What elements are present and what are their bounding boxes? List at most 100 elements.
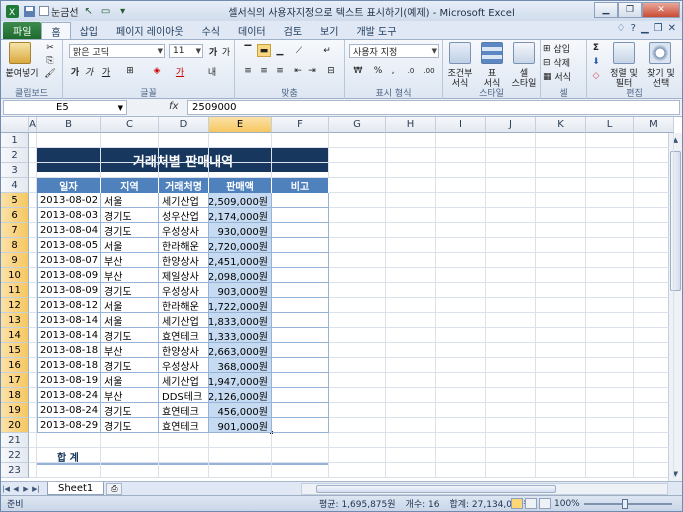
tab-insert[interactable]: 삽입	[71, 22, 107, 39]
align-middle-icon[interactable]: ▬	[257, 44, 271, 57]
last-sheet-icon[interactable]: ▶|	[31, 485, 41, 493]
merge-center-icon[interactable]: ⊟	[323, 64, 339, 77]
underline-icon[interactable]: 가	[97, 64, 115, 78]
next-sheet-icon[interactable]: ▶	[21, 485, 31, 493]
client-cell[interactable]: 효연테크	[159, 418, 209, 433]
amount-cell[interactable]: 2,451,000원	[209, 253, 272, 268]
percent-icon[interactable]: %	[371, 64, 385, 78]
row-header-2[interactable]: 2	[1, 148, 29, 163]
fill-color-icon[interactable]: ◈	[147, 64, 167, 78]
align-center-icon[interactable]: ≡	[257, 64, 271, 77]
region-cell[interactable]: 서울	[101, 193, 159, 208]
column-header-j[interactable]: J	[486, 117, 536, 133]
note-cell[interactable]	[272, 403, 329, 418]
column-header-c[interactable]: C	[101, 117, 159, 133]
client-cell[interactable]: 우성상사	[159, 358, 209, 373]
amount-cell[interactable]: 1,333,000원	[209, 328, 272, 343]
increase-decimal-icon[interactable]: .0	[403, 64, 419, 78]
client-cell[interactable]: 효연테크	[159, 328, 209, 343]
conditional-formatting-icon[interactable]	[449, 42, 471, 64]
column-header-g[interactable]: G	[329, 117, 386, 133]
collapse-ribbon-icon[interactable]: ♢	[617, 23, 626, 34]
row-header-6[interactable]: 6	[1, 208, 29, 223]
horizontal-scroll-thumb[interactable]	[316, 485, 556, 493]
grow-font-icon[interactable]: 가	[207, 44, 219, 58]
amount-cell[interactable]: 1,947,000원	[209, 373, 272, 388]
folder-icon[interactable]: ▭	[99, 4, 113, 18]
sheet-tab-sheet1[interactable]: Sheet1	[47, 482, 105, 495]
region-cell[interactable]: 경기도	[101, 418, 159, 433]
region-cell[interactable]: 부산	[101, 388, 159, 403]
column-header-i[interactable]: I	[436, 117, 486, 133]
row-header-16[interactable]: 16	[1, 358, 29, 373]
prev-sheet-icon[interactable]: ◀	[11, 485, 21, 493]
tab-home[interactable]: 홈	[41, 22, 71, 39]
column-header-e[interactable]: E	[209, 117, 272, 133]
column-header-l[interactable]: L	[586, 117, 634, 133]
zoom-slider[interactable]	[584, 499, 672, 509]
close-button[interactable]: ✕	[642, 2, 680, 18]
font-color-icon[interactable]: 가	[171, 64, 189, 78]
amount-cell[interactable]: 456,000원	[209, 403, 272, 418]
date-cell[interactable]: 2013-08-14	[37, 313, 101, 328]
client-cell[interactable]: 효연테크	[159, 403, 209, 418]
borders-icon[interactable]: ⊞	[121, 64, 139, 78]
region-cell[interactable]: 서울	[101, 298, 159, 313]
note-cell[interactable]	[272, 313, 329, 328]
paste-button[interactable]: 붙여넣기	[3, 66, 41, 79]
align-bottom-icon[interactable]: ▁	[273, 44, 287, 57]
date-cell[interactable]: 2013-08-19	[37, 373, 101, 388]
name-box[interactable]: E5 ▼	[3, 100, 127, 115]
date-cell[interactable]: 2013-08-24	[37, 403, 101, 418]
row-header-20[interactable]: 20	[1, 418, 29, 433]
date-cell[interactable]: 2013-08-09	[37, 283, 101, 298]
orientation-icon[interactable]: ⟋	[291, 44, 307, 57]
align-right-icon[interactable]: ≡	[273, 64, 287, 77]
region-cell[interactable]: 경기도	[101, 358, 159, 373]
sort-filter-icon[interactable]	[613, 42, 635, 64]
date-cell[interactable]: 2013-08-14	[37, 328, 101, 343]
format-painter-icon[interactable]: 🖌	[43, 68, 57, 80]
date-cell[interactable]: 2013-08-04	[37, 223, 101, 238]
date-cell[interactable]: 2013-08-07	[37, 253, 101, 268]
client-cell[interactable]: 우성상사	[159, 283, 209, 298]
minimize-button[interactable]: ▁	[594, 2, 618, 18]
bold-icon[interactable]: 가	[69, 64, 81, 78]
region-cell[interactable]: 경기도	[101, 403, 159, 418]
select-all-corner[interactable]	[1, 117, 29, 133]
client-cell[interactable]: 한양상사	[159, 253, 209, 268]
format-cells-button[interactable]: ▦ 서식	[543, 70, 585, 84]
region-cell[interactable]: 경기도	[101, 328, 159, 343]
row-header-12[interactable]: 12	[1, 298, 29, 313]
note-cell[interactable]	[272, 358, 329, 373]
date-cell[interactable]: 2013-08-02	[37, 193, 101, 208]
client-cell[interactable]: 우성상사	[159, 223, 209, 238]
table-header-cell[interactable]: 비고	[272, 178, 329, 193]
row-header-15[interactable]: 15	[1, 343, 29, 358]
region-cell[interactable]: 경기도	[101, 283, 159, 298]
insert-sheet-icon[interactable]: ⎙	[106, 482, 123, 495]
note-cell[interactable]	[272, 388, 329, 403]
region-cell[interactable]: 서울	[101, 373, 159, 388]
cell-styles-icon[interactable]	[513, 42, 535, 64]
row-header-3[interactable]: 3	[1, 163, 29, 178]
tab-data[interactable]: 데이터	[229, 22, 275, 39]
gridlines-toggle[interactable]: 눈금선	[39, 4, 79, 19]
page-break-view-icon[interactable]	[539, 498, 551, 509]
font-name-select[interactable]: 맑은 고딕 ▼	[69, 44, 165, 58]
date-cell[interactable]: 2013-08-29	[37, 418, 101, 433]
date-cell[interactable]: 2013-08-12	[37, 298, 101, 313]
date-cell[interactable]: 2013-08-18	[37, 343, 101, 358]
tab-page-layout[interactable]: 페이지 레이아웃	[107, 22, 193, 39]
note-cell[interactable]	[272, 268, 329, 283]
table-header-cell[interactable]: 일자	[37, 178, 101, 193]
number-format-select[interactable]: 사용자 지정 ▼	[349, 44, 439, 58]
tab-file[interactable]: 파일	[3, 22, 42, 39]
amount-cell[interactable]: 1,833,000원	[209, 313, 272, 328]
note-cell[interactable]	[272, 298, 329, 313]
restore-button[interactable]: ❐	[618, 2, 642, 18]
note-cell[interactable]	[272, 208, 329, 223]
format-as-table-icon[interactable]	[481, 42, 503, 64]
region-cell[interactable]: 경기도	[101, 223, 159, 238]
align-left-icon[interactable]: ≡	[241, 64, 255, 77]
